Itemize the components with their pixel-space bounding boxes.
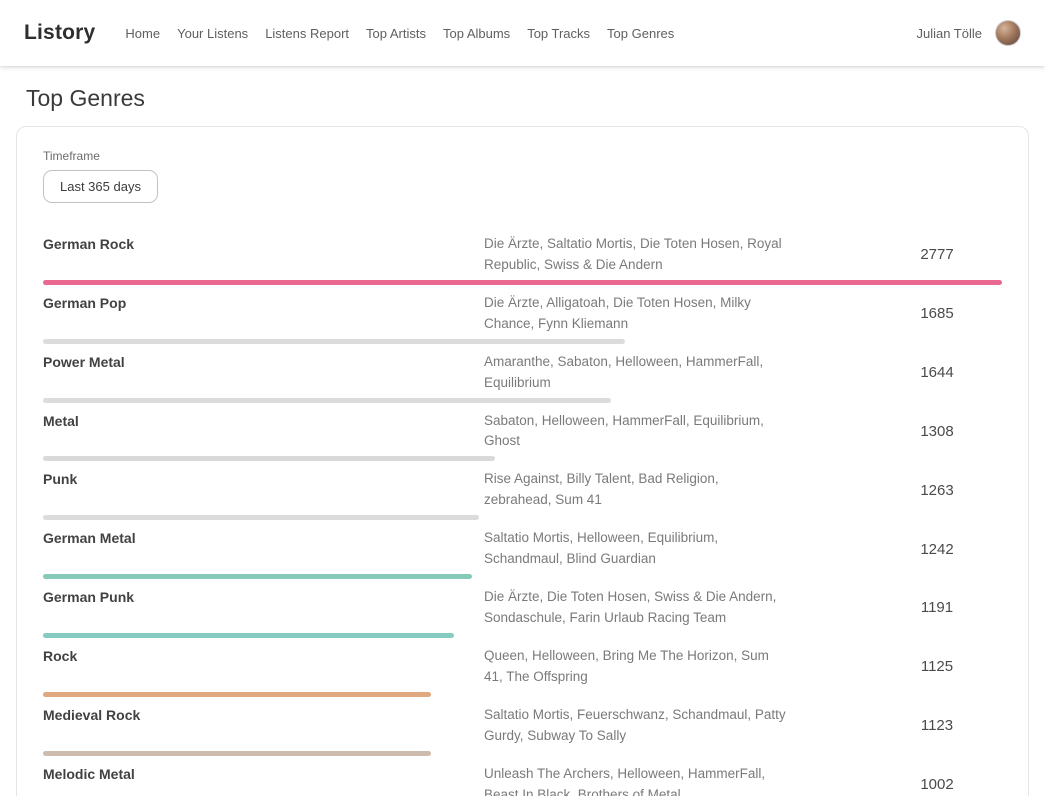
genre-bar-track	[43, 280, 1002, 285]
genre-row: German Metal Saltatio Mortis, Helloween,…	[43, 523, 1002, 582]
genre-count: 1263	[872, 482, 1002, 499]
nav-item-listens-report[interactable]: Listens Report	[265, 26, 349, 41]
genre-bar-fill	[43, 280, 1002, 285]
genre-bar-track	[43, 633, 1002, 638]
genre-count: 1002	[872, 776, 1002, 793]
genre-row: Metal Sabaton, Helloween, HammerFall, Eq…	[43, 406, 1002, 465]
genre-name: German Metal	[43, 528, 484, 546]
genre-bar-track	[43, 574, 1002, 579]
genre-row: Power Metal Amaranthe, Sabaton, Hellowee…	[43, 347, 1002, 406]
genre-bar-track	[43, 339, 1002, 344]
genre-bar-track	[43, 751, 1002, 756]
genre-bar-fill	[43, 692, 431, 697]
genre-bar-fill	[43, 339, 625, 344]
user-area: Julian Tölle	[916, 20, 1021, 46]
genre-name: German Punk	[43, 587, 484, 605]
genre-name: Power Metal	[43, 352, 484, 370]
genre-row: Punk Rise Against, Billy Talent, Bad Rel…	[43, 464, 1002, 523]
genre-count: 1308	[872, 423, 1002, 440]
genre-artists: Amaranthe, Sabaton, Helloween, HammerFal…	[484, 352, 789, 394]
genre-artists: Rise Against, Billy Talent, Bad Religion…	[484, 469, 789, 511]
genre-bar-track	[43, 456, 1002, 461]
genre-row: Medieval Rock Saltatio Mortis, Feuerschw…	[43, 700, 1002, 759]
genre-artists: Saltatio Mortis, Helloween, Equilibrium,…	[484, 528, 789, 570]
genre-count: 1123	[872, 717, 1002, 734]
genre-count: 1685	[872, 305, 1002, 322]
app-logo[interactable]: Listory	[24, 21, 95, 45]
genre-artists: Die Ärzte, Die Toten Hosen, Swiss & Die …	[484, 587, 789, 629]
genre-name: Medieval Rock	[43, 705, 484, 723]
genre-row: Rock Queen, Helloween, Bring Me The Hori…	[43, 641, 1002, 700]
genre-artists: Queen, Helloween, Bring Me The Horizon, …	[484, 646, 789, 688]
genre-row: German Pop Die Ärzte, Alligatoah, Die To…	[43, 288, 1002, 347]
user-name[interactable]: Julian Tölle	[916, 26, 982, 41]
genre-row: German Rock Die Ärzte, Saltatio Mortis, …	[43, 229, 1002, 288]
nav-item-top-artists[interactable]: Top Artists	[366, 26, 426, 41]
main-content: Top Genres Timeframe Last 365 days Germa…	[0, 85, 1045, 796]
genre-name: German Pop	[43, 293, 484, 311]
timeframe-label: Timeframe	[43, 149, 1002, 163]
genre-bar-track	[43, 515, 1002, 520]
genre-bar-track	[43, 692, 1002, 697]
genre-count: 1125	[872, 658, 1002, 675]
genre-artists: Die Ärzte, Alligatoah, Die Toten Hosen, …	[484, 293, 789, 335]
genre-artists: Saltatio Mortis, Feuerschwanz, Schandmau…	[484, 705, 789, 747]
genre-count: 1644	[872, 364, 1002, 381]
genre-count: 1191	[872, 599, 1002, 616]
genre-table-body: German Rock Die Ärzte, Saltatio Mortis, …	[43, 229, 1002, 796]
genre-count: 2777	[872, 246, 1002, 263]
genre-bar-fill	[43, 515, 479, 520]
user-avatar[interactable]	[995, 20, 1021, 46]
top-genres-card: Timeframe Last 365 days German Rock Die …	[16, 126, 1029, 796]
top-nav: Listory Home Your Listens Listens Report…	[0, 0, 1045, 66]
nav-item-top-albums[interactable]: Top Albums	[443, 26, 510, 41]
genre-bar-fill	[43, 633, 454, 638]
nav-item-top-tracks[interactable]: Top Tracks	[527, 26, 590, 41]
genre-name: Punk	[43, 469, 484, 487]
nav-links: Home Your Listens Listens Report Top Art…	[125, 26, 916, 41]
genre-artists: Unleash The Archers, Helloween, HammerFa…	[484, 764, 789, 796]
genre-bar-fill	[43, 574, 472, 579]
genre-row: Melodic Metal Unleash The Archers, Hello…	[43, 759, 1002, 796]
nav-item-home[interactable]: Home	[125, 26, 160, 41]
genre-bar-fill	[43, 398, 611, 403]
timeframe-select-button[interactable]: Last 365 days	[43, 170, 158, 203]
genre-name: Melodic Metal	[43, 764, 484, 782]
page-title: Top Genres	[26, 85, 1045, 112]
genre-name: Metal	[43, 411, 484, 429]
genre-count: 1242	[872, 541, 1002, 558]
genre-bar-fill	[43, 456, 495, 461]
genre-name: Rock	[43, 646, 484, 664]
nav-item-your-listens[interactable]: Your Listens	[177, 26, 248, 41]
genre-bar-fill	[43, 751, 431, 756]
genre-bar-track	[43, 398, 1002, 403]
genre-artists: Die Ärzte, Saltatio Mortis, Die Toten Ho…	[484, 234, 789, 276]
genre-artists: Sabaton, Helloween, HammerFall, Equilibr…	[484, 411, 789, 453]
genre-name: German Rock	[43, 234, 484, 252]
genre-row: German Punk Die Ärzte, Die Toten Hosen, …	[43, 582, 1002, 641]
nav-item-top-genres[interactable]: Top Genres	[607, 26, 674, 41]
